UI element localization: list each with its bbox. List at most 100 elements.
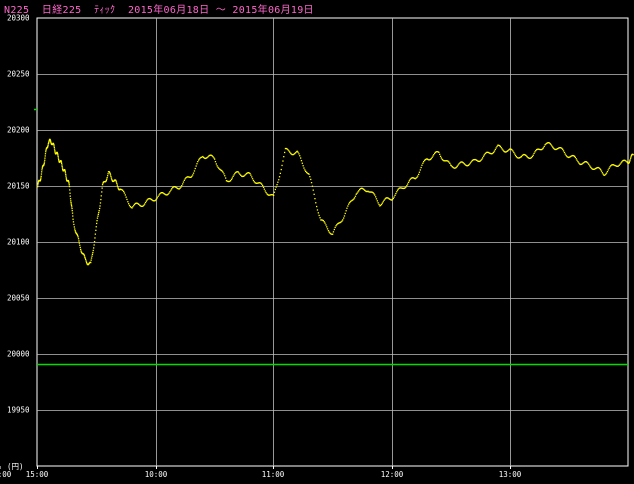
price-dot [607, 169, 609, 171]
price-dot [562, 150, 565, 152]
price-dot [181, 185, 183, 187]
price-dot [71, 207, 73, 210]
price-dot [344, 212, 346, 215]
price-dot [127, 201, 129, 203]
price-dot [37, 182, 39, 184]
price-dot [343, 215, 346, 217]
price-dot [77, 238, 80, 240]
price-dot [43, 161, 46, 163]
price-dot [71, 212, 74, 214]
price-dot [97, 213, 99, 215]
price-dot [116, 182, 118, 185]
price-dot [57, 155, 59, 157]
price-dot [79, 244, 81, 246]
price-dot [314, 198, 316, 200]
price-dot [73, 226, 75, 228]
y-tick-label: 20000 [7, 350, 30, 359]
price-dot [303, 167, 305, 169]
price-dot [325, 224, 327, 226]
price-dot [495, 147, 497, 149]
price-dot [373, 193, 375, 195]
price-dot [421, 164, 423, 166]
price-dot [69, 198, 72, 200]
price-dot [115, 180, 117, 182]
price-dot [54, 150, 56, 152]
price-dot [422, 162, 424, 164]
price-dot [58, 158, 60, 161]
price-dot [273, 191, 276, 193]
price-dot [224, 175, 226, 177]
price-dot [64, 172, 67, 174]
price-dot [283, 156, 285, 158]
price-dot [251, 176, 253, 178]
price-dot [68, 184, 70, 186]
y-tick-label: 20250 [7, 70, 30, 79]
price-dot [116, 184, 118, 186]
price-dot [353, 197, 356, 199]
price-dot [327, 230, 330, 232]
price-dot [375, 196, 377, 198]
price-dot [550, 143, 552, 146]
price-dot [192, 172, 195, 174]
price-dot [117, 186, 119, 188]
price-dot [376, 200, 378, 202]
price-dot [123, 190, 125, 193]
price-dot [342, 219, 344, 221]
price-dot [41, 169, 43, 171]
price-dot [333, 228, 335, 231]
price-dot [564, 153, 566, 155]
price-dot [482, 155, 485, 157]
price-dot [68, 182, 70, 184]
price-dot [513, 151, 515, 154]
price-dot [587, 162, 589, 164]
price-dot [407, 183, 409, 185]
price-dot [600, 170, 603, 172]
price-dot [393, 196, 395, 198]
price-dot [215, 163, 217, 165]
plot-frame [36, 17, 629, 467]
price-dot [53, 144, 55, 146]
price-dot [70, 204, 73, 206]
price-dot [375, 198, 378, 200]
price-dot [533, 152, 535, 155]
price-dot [494, 148, 496, 151]
price-dot [106, 178, 108, 180]
price-dot [193, 170, 196, 172]
grid-lines [36, 17, 629, 467]
price-dot [106, 177, 108, 179]
price-dot [419, 169, 421, 171]
price-dot [90, 257, 93, 259]
price-dot [277, 181, 279, 183]
price-dot [312, 189, 314, 191]
price-dot [100, 195, 102, 197]
price-dot [99, 205, 101, 207]
price-dot [195, 165, 197, 167]
price-dot [251, 178, 254, 180]
price-dot [233, 174, 235, 176]
price-dot [182, 183, 184, 185]
price-dot [37, 186, 39, 188]
price-dot [230, 178, 233, 180]
x-tick-label: 13:00 [499, 470, 522, 479]
price-dot [85, 260, 87, 262]
price-dot [264, 190, 266, 192]
price-dot [198, 159, 200, 161]
price-dot [481, 158, 483, 160]
price-dot [92, 249, 94, 252]
price-dot [407, 181, 410, 183]
price-dot [394, 194, 396, 196]
price-dot [298, 153, 300, 155]
price-dot [334, 226, 336, 229]
price-dots [37, 138, 634, 266]
price-dot [74, 228, 76, 230]
y-tick-label: 20200 [7, 126, 30, 135]
price-dot [278, 179, 280, 181]
price-dot [347, 205, 349, 207]
price-dot [380, 203, 383, 206]
price-dot [534, 151, 536, 153]
price-dot [316, 209, 319, 211]
price-dot [70, 200, 72, 202]
price-dot [107, 173, 109, 175]
y-tick-label: 20100 [7, 238, 30, 247]
price-dot [40, 177, 42, 179]
